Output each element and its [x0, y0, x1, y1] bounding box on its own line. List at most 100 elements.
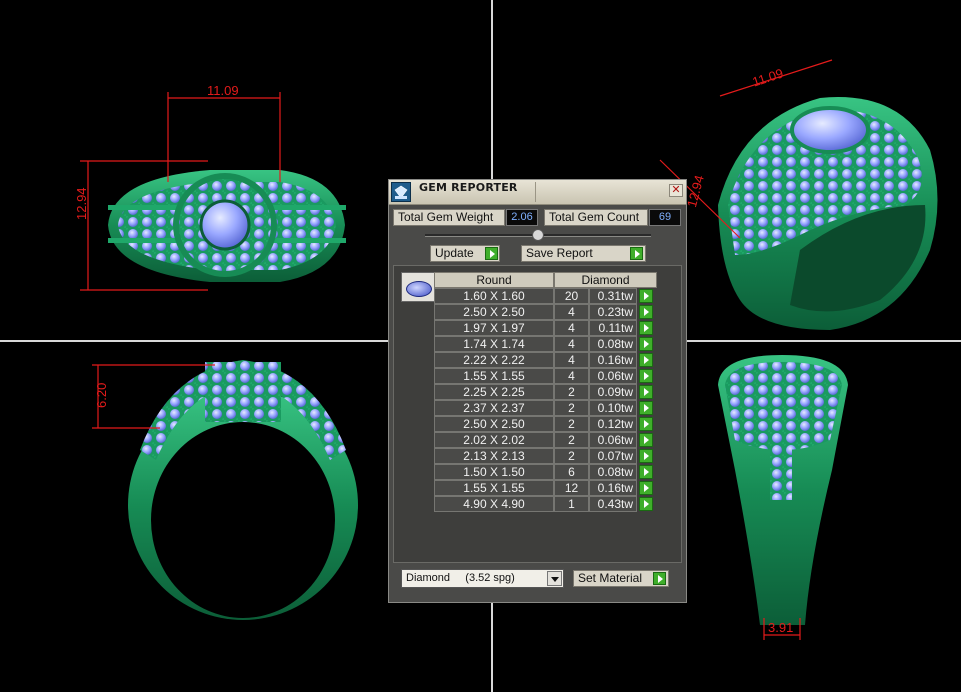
gem-size-cell: 2.22 X 2.22 [434, 352, 554, 368]
side-view-ring [718, 355, 848, 625]
gem-weight-cell: 0.16tw [589, 352, 637, 368]
gem-count-cell: 4 [554, 320, 589, 336]
play-arrow-icon[interactable] [639, 481, 653, 495]
update-button-label: Update [435, 246, 474, 260]
gem-row: 1.55 X 1.55 4 0.06tw [434, 368, 656, 384]
play-arrow-icon[interactable] [639, 337, 653, 351]
gem-count-cell: 2 [554, 400, 589, 416]
gem-size-cell: 1.50 X 1.50 [434, 464, 554, 480]
gem-size-cell: 1.74 X 1.74 [434, 336, 554, 352]
gem-weight-cell: 0.10tw [589, 400, 637, 416]
play-arrow-icon[interactable] [639, 449, 653, 463]
play-arrow-icon[interactable] [639, 417, 653, 431]
play-arrow-icon [485, 247, 498, 260]
dimension-side-width: 3.91 [768, 620, 794, 635]
gem-count-cell: 4 [554, 336, 589, 352]
play-arrow-icon[interactable] [639, 433, 653, 447]
gem-row: 1.97 X 1.97 4 0.11tw [434, 320, 656, 336]
gem-row: 2.50 X 2.50 2 0.12tw [434, 416, 656, 432]
gem-weight-cell: 0.12tw [589, 416, 637, 432]
gem-size-cell: 2.37 X 2.37 [434, 400, 554, 416]
gem-size-cell: 2.02 X 2.02 [434, 432, 554, 448]
dimension-front-height: 6.20 [94, 382, 109, 408]
gem-weight-cell: 0.06tw [589, 432, 637, 448]
gem-count-cell: 2 [554, 448, 589, 464]
play-arrow-icon[interactable] [639, 497, 653, 511]
gem-row: 2.50 X 2.50 4 0.23tw [434, 304, 656, 320]
gem-count-cell: 12 [554, 480, 589, 496]
gem-weight-cell: 0.23tw [589, 304, 637, 320]
material-column-header: Diamond [554, 272, 657, 288]
gem-count-cell: 1 [554, 496, 589, 512]
gem-row: 4.90 X 4.90 1 0.43tw [434, 496, 656, 512]
total-gem-weight-label: Total Gem Weight [393, 209, 505, 226]
material-select[interactable]: Diamond (3.52 spg) [401, 569, 564, 588]
play-arrow-icon[interactable] [639, 353, 653, 367]
gem-row: 2.02 X 2.02 2 0.06tw [434, 432, 656, 448]
gem-count-cell: 20 [554, 288, 589, 304]
set-material-button-label: Set Material [578, 571, 643, 585]
gem-weight-cell: 0.08tw [589, 464, 637, 480]
play-arrow-icon [653, 572, 666, 585]
round-gem-icon[interactable] [401, 272, 435, 302]
total-gem-count-value: 69 [649, 209, 681, 226]
gem-oval-shape [406, 281, 432, 297]
panel-title: GEM REPORTER [419, 181, 518, 194]
gem-row: 1.74 X 1.74 4 0.08tw [434, 336, 656, 352]
front-view-ring [128, 360, 358, 620]
play-arrow-icon[interactable] [639, 305, 653, 319]
gem-count-cell: 2 [554, 432, 589, 448]
gem-count-cell: 4 [554, 304, 589, 320]
gem-weight-cell: 0.43tw [589, 496, 637, 512]
gem-reporter-panel: GEM REPORTER ✕ Total Gem Weight 2.06 Tot… [388, 179, 687, 603]
gem-row: 1.60 X 1.60 20 0.31tw [434, 288, 656, 304]
set-material-button[interactable]: Set Material [573, 570, 669, 587]
update-button[interactable]: Update [430, 245, 500, 262]
gem-count-cell: 4 [554, 368, 589, 384]
dimension-top-width: 11.09 [207, 83, 239, 98]
gem-weight-cell: 0.06tw [589, 368, 637, 384]
play-arrow-icon[interactable] [639, 465, 653, 479]
gem-weight-cell: 0.11tw [589, 320, 637, 336]
gem-list-area: Round Diamond 1.60 X 1.60 20 0.31tw 2.50 X … [393, 265, 682, 563]
save-report-button-label: Save Report [526, 246, 593, 260]
close-icon[interactable]: ✕ [669, 184, 683, 197]
slider-handle[interactable] [532, 229, 544, 241]
dimension-top-height: 12.94 [74, 187, 89, 220]
gem-size-cell: 1.55 X 1.55 [434, 480, 554, 496]
gem-count-cell: 2 [554, 384, 589, 400]
shape-column-header: Round [434, 272, 554, 288]
gem-weight-cell: 0.09tw [589, 384, 637, 400]
gem-weight-cell: 0.31tw [589, 288, 637, 304]
gem-weight-cell: 0.16tw [589, 480, 637, 496]
title-separator [535, 182, 536, 202]
gem-row: 1.50 X 1.50 6 0.08tw [434, 464, 656, 480]
gem-size-cell: 1.60 X 1.60 [434, 288, 554, 304]
gem-weight-cell: 0.07tw [589, 448, 637, 464]
play-arrow-icon[interactable] [639, 401, 653, 415]
chevron-down-icon[interactable] [547, 571, 562, 586]
gem-size-cell: 1.97 X 1.97 [434, 320, 554, 336]
total-gem-count-label: Total Gem Count [544, 209, 648, 226]
gem-size-cell: 2.13 X 2.13 [434, 448, 554, 464]
gem-weight-cell: 0.08tw [589, 336, 637, 352]
save-report-button[interactable]: Save Report [521, 245, 646, 262]
gem-row: 2.13 X 2.13 2 0.07tw [434, 448, 656, 464]
gem-count-cell: 6 [554, 464, 589, 480]
total-gem-weight-value: 2.06 [506, 209, 538, 226]
play-arrow-icon[interactable] [639, 321, 653, 335]
gem-size-cell: 2.50 X 2.50 [434, 416, 554, 432]
play-arrow-icon[interactable] [639, 385, 653, 399]
top-view-ring [108, 170, 346, 282]
gem-row: 2.22 X 2.22 4 0.16tw [434, 352, 656, 368]
gem-row: 1.55 X 1.55 12 0.16tw [434, 480, 656, 496]
gem-size-cell: 4.90 X 4.90 [434, 496, 554, 512]
gem-reporter-icon [391, 182, 411, 202]
gem-row: 2.25 X 2.25 2 0.09tw [434, 384, 656, 400]
panel-titlebar[interactable]: GEM REPORTER ✕ [389, 180, 686, 205]
play-arrow-icon[interactable] [639, 369, 653, 383]
gem-count-cell: 4 [554, 352, 589, 368]
play-arrow-icon[interactable] [639, 289, 653, 303]
material-select-value: Diamond (3.52 spg) [406, 572, 515, 584]
gem-size-cell: 2.50 X 2.50 [434, 304, 554, 320]
